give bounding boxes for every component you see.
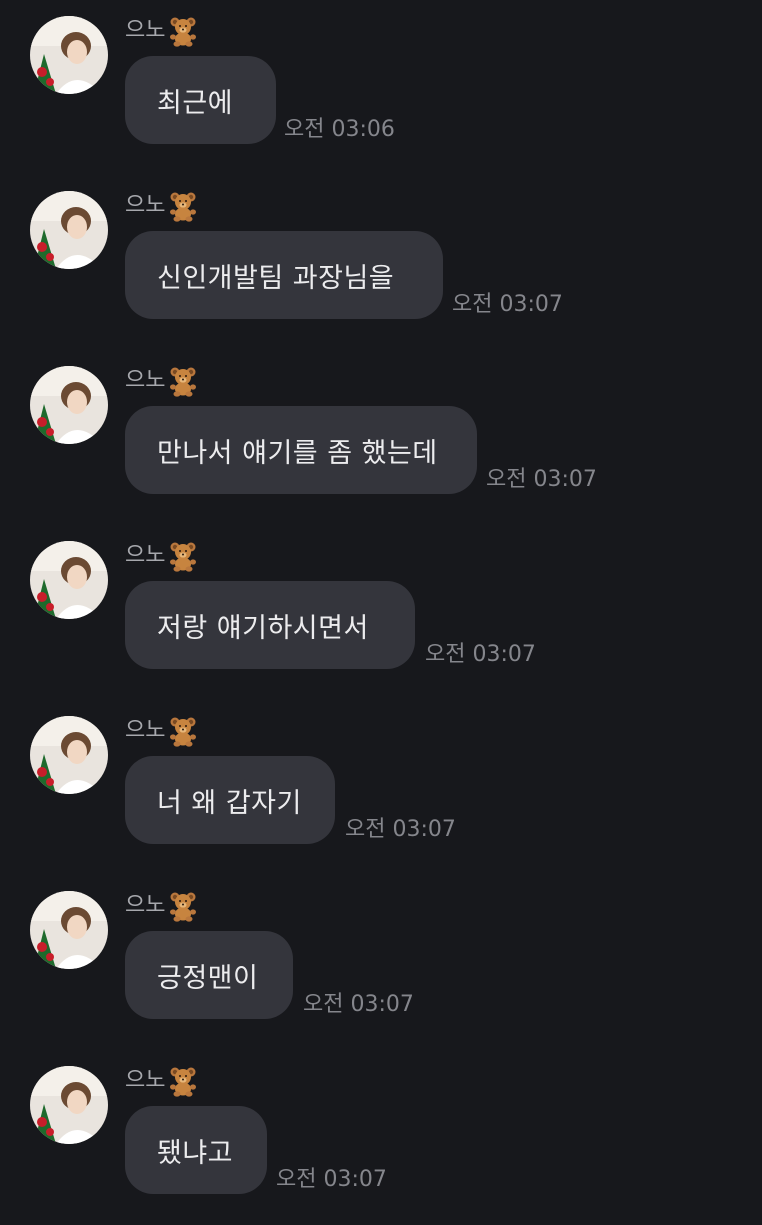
sender-name: 으노 bbox=[125, 368, 166, 393]
sender-name: 으노 bbox=[125, 1068, 166, 1093]
teddy-bear-icon bbox=[170, 892, 197, 922]
sender-name: 으노 bbox=[125, 718, 166, 743]
sender-label: 으노 bbox=[125, 1064, 199, 1098]
avatar[interactable] bbox=[30, 191, 108, 269]
message-time: 오전 03:06 bbox=[284, 117, 395, 142]
sender-name: 으노 bbox=[125, 543, 166, 568]
teddy-bear-icon bbox=[170, 192, 197, 222]
message-time: 오전 03:07 bbox=[486, 467, 597, 492]
avatar-photo bbox=[30, 191, 108, 269]
avatar-photo bbox=[30, 1066, 108, 1144]
message-bubble[interactable]: 됐냐고 bbox=[125, 1106, 267, 1194]
avatar[interactable] bbox=[30, 366, 108, 444]
message-bubble[interactable]: 너 왜 갑자기 bbox=[125, 756, 335, 844]
sender-label: 으노 bbox=[125, 889, 199, 923]
message-row: 으노 만나서 얘기를 좀 했는데 오전 03:07 bbox=[0, 350, 762, 525]
avatar-photo bbox=[30, 366, 108, 444]
teddy-bear-icon bbox=[170, 717, 197, 747]
sender-label: 으노 bbox=[125, 364, 199, 398]
chat-thread: 으노 최근에 오전 03:06 으노 신인개발팀 과장님을 오전 03:07 으… bbox=[0, 0, 762, 1200]
message-bubble[interactable]: 최근에 bbox=[125, 56, 276, 144]
message-row: 으노 저랑 얘기하시면서 오전 03:07 bbox=[0, 525, 762, 700]
message-time: 오전 03:07 bbox=[276, 1167, 387, 1192]
message-text: 신인개발팀 과장님을 bbox=[157, 262, 395, 294]
message-text: 됐냐고 bbox=[157, 1137, 234, 1169]
message-row: 으노 최근에 오전 03:06 bbox=[0, 0, 762, 175]
message-time: 오전 03:07 bbox=[425, 642, 536, 667]
avatar[interactable] bbox=[30, 716, 108, 794]
message-bubble[interactable]: 신인개발팀 과장님을 bbox=[125, 231, 443, 319]
avatar[interactable] bbox=[30, 1066, 108, 1144]
avatar-photo bbox=[30, 541, 108, 619]
sender-name: 으노 bbox=[125, 193, 166, 218]
teddy-bear-icon bbox=[170, 1067, 197, 1097]
avatar[interactable] bbox=[30, 16, 108, 94]
sender-label: 으노 bbox=[125, 14, 199, 48]
teddy-bear-icon bbox=[170, 367, 197, 397]
teddy-bear-icon bbox=[170, 17, 197, 47]
avatar[interactable] bbox=[30, 891, 108, 969]
avatar-photo bbox=[30, 716, 108, 794]
message-time: 오전 03:07 bbox=[452, 292, 563, 317]
message-bubble[interactable]: 만나서 얘기를 좀 했는데 bbox=[125, 406, 477, 494]
avatar-photo bbox=[30, 16, 108, 94]
message-bubble[interactable]: 긍정맨이 bbox=[125, 931, 293, 1019]
message-time: 오전 03:07 bbox=[345, 817, 456, 842]
message-text: 너 왜 갑자기 bbox=[157, 787, 302, 819]
message-row: 으노 됐냐고 오전 03:07 bbox=[0, 1050, 762, 1225]
teddy-bear-icon bbox=[170, 542, 197, 572]
message-row: 으노 긍정맨이 오전 03:07 bbox=[0, 875, 762, 1050]
avatar[interactable] bbox=[30, 541, 108, 619]
avatar-photo bbox=[30, 891, 108, 969]
message-time: 오전 03:07 bbox=[303, 992, 414, 1017]
message-text: 최근에 bbox=[157, 87, 234, 119]
sender-label: 으노 bbox=[125, 189, 199, 223]
message-bubble[interactable]: 저랑 얘기하시면서 bbox=[125, 581, 415, 669]
message-text: 저랑 얘기하시면서 bbox=[157, 612, 369, 644]
message-text: 만나서 얘기를 좀 했는데 bbox=[157, 437, 438, 469]
sender-name: 으노 bbox=[125, 18, 166, 43]
message-row: 으노 신인개발팀 과장님을 오전 03:07 bbox=[0, 175, 762, 350]
sender-name: 으노 bbox=[125, 893, 166, 918]
message-row: 으노 너 왜 갑자기 오전 03:07 bbox=[0, 700, 762, 875]
sender-label: 으노 bbox=[125, 539, 199, 573]
sender-label: 으노 bbox=[125, 714, 199, 748]
message-text: 긍정맨이 bbox=[157, 962, 259, 994]
